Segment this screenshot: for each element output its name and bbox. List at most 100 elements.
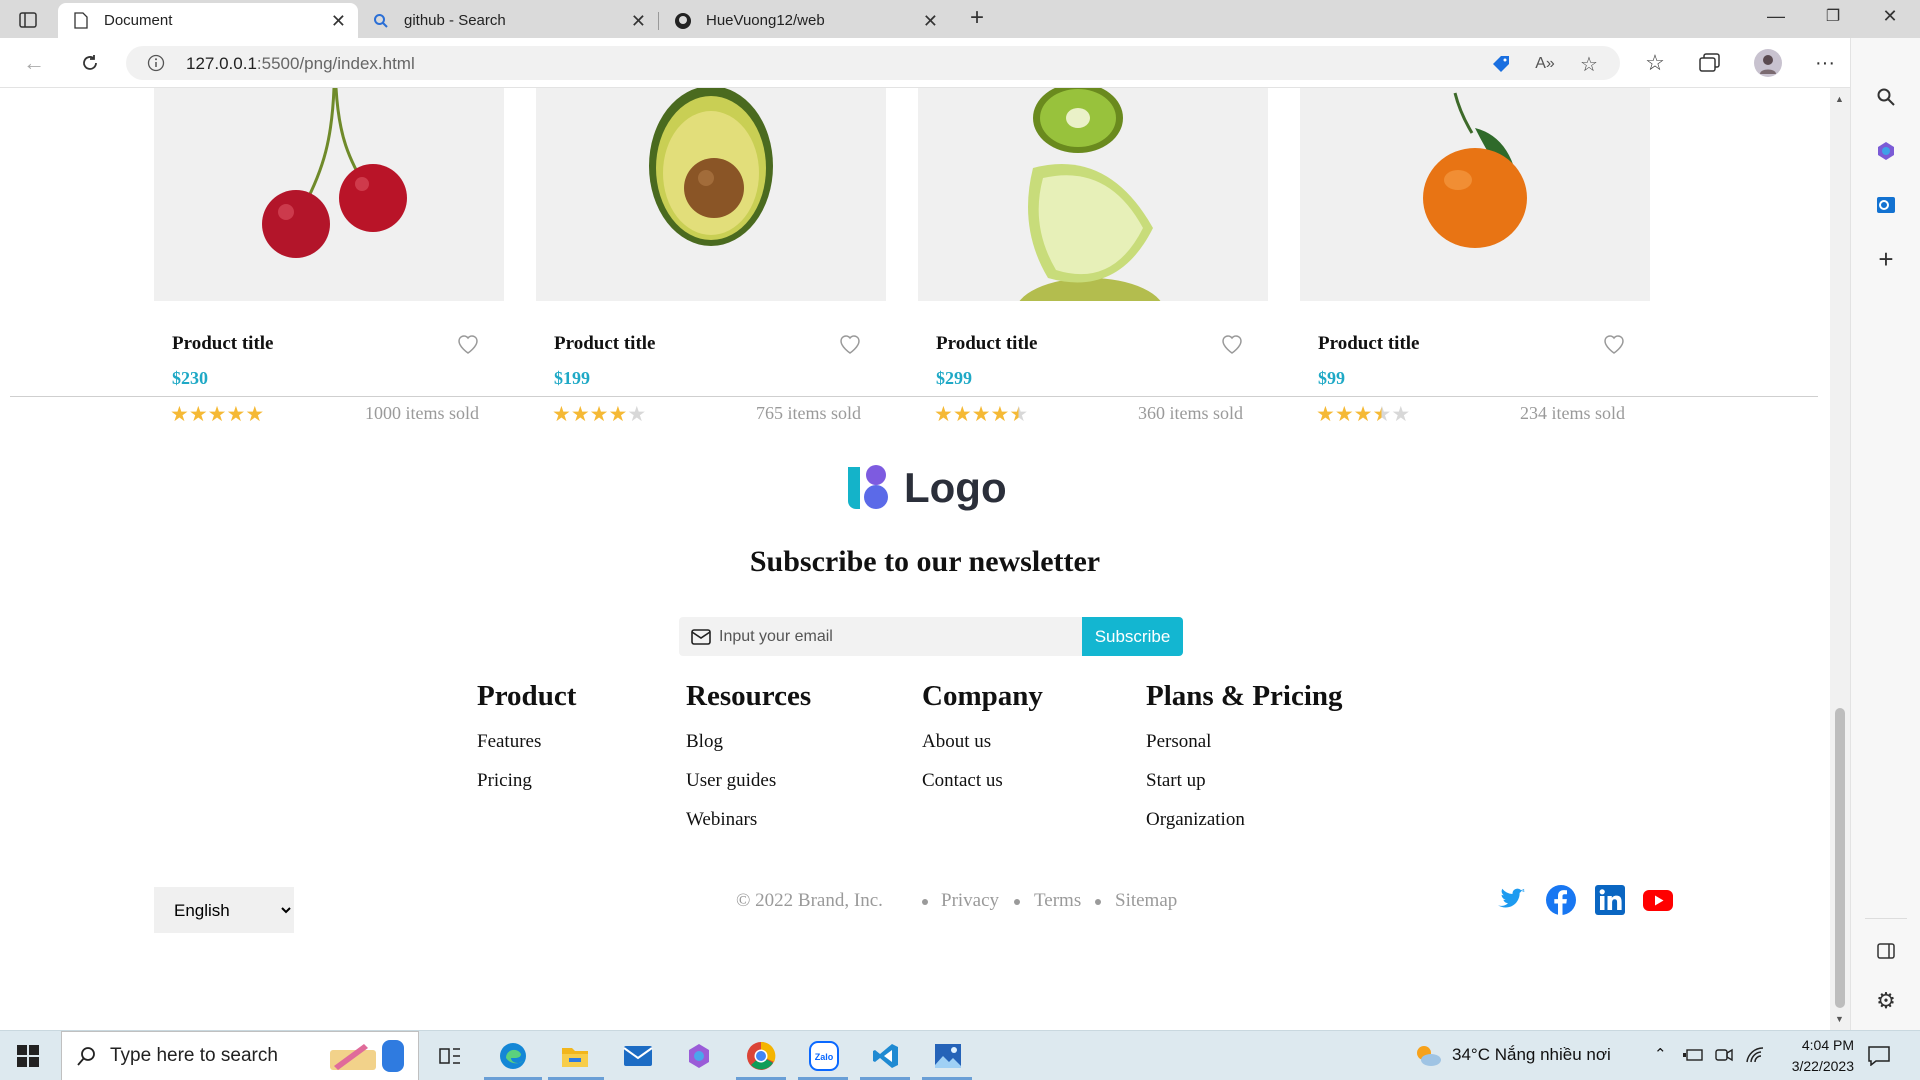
scrollbar-thumb[interactable] xyxy=(1835,708,1845,1008)
footer-link-features[interactable]: Features xyxy=(477,731,576,753)
scroll-down-icon[interactable]: ▼ xyxy=(1835,1014,1844,1024)
product-title[interactable]: Product title xyxy=(172,333,274,355)
page-scrollbar[interactable]: ▲ ▼ xyxy=(1830,88,1850,1030)
heart-icon[interactable] xyxy=(456,332,480,356)
zalo-icon[interactable]: Zalo xyxy=(806,1039,842,1073)
more-options-icon[interactable]: ··· xyxy=(1812,50,1838,76)
scroll-up-icon[interactable]: ▲ xyxy=(1835,94,1844,104)
chrome-icon[interactable] xyxy=(743,1039,779,1073)
windows-start-icon[interactable] xyxy=(16,1044,40,1068)
show-hidden-icons-icon[interactable]: ⌃ xyxy=(1654,1045,1667,1063)
taskbar-clock[interactable]: 4:04 PM 3/22/2023 xyxy=(1774,1035,1854,1077)
email-input[interactable] xyxy=(719,617,1069,656)
collections-icon[interactable] xyxy=(1697,50,1723,76)
new-tab-icon[interactable]: + xyxy=(962,4,992,32)
product-image-cherry[interactable] xyxy=(154,88,504,301)
footer-link-organization[interactable]: Organization xyxy=(1146,809,1343,831)
star-icon: ★ xyxy=(934,403,953,426)
battery-icon[interactable] xyxy=(1682,1045,1704,1065)
wifi-icon[interactable] xyxy=(1744,1045,1766,1065)
photos-icon[interactable] xyxy=(930,1039,966,1073)
favorites-icon[interactable]: ☆ xyxy=(1642,50,1668,76)
mail-app-icon[interactable] xyxy=(620,1039,656,1073)
edge-icon[interactable] xyxy=(495,1039,531,1073)
footer-link-start-up[interactable]: Start up xyxy=(1146,770,1343,792)
add-favorite-icon[interactable]: ☆ xyxy=(1578,53,1600,76)
email-field-wrapper xyxy=(679,617,1083,656)
weather-icon[interactable] xyxy=(1414,1043,1442,1069)
close-icon[interactable]: ✕ xyxy=(331,11,346,32)
settings-icon[interactable]: ⚙ xyxy=(1873,988,1899,1014)
youtube-icon[interactable] xyxy=(1642,884,1674,916)
star-icon: ★ xyxy=(1334,403,1354,426)
terms-link[interactable]: Terms xyxy=(1034,890,1081,912)
info-icon[interactable] xyxy=(147,54,165,72)
add-icon[interactable]: + xyxy=(1873,244,1899,274)
star-icon: ★ xyxy=(226,403,246,426)
heart-icon[interactable] xyxy=(1220,332,1244,356)
url-bar[interactable]: 127.0.0.1:5500/png/index.html A» ☆ xyxy=(126,46,1620,80)
task-view-icon[interactable] xyxy=(432,1039,468,1073)
hide-sidebar-icon[interactable] xyxy=(1873,938,1899,964)
meet-now-icon[interactable] xyxy=(1714,1045,1734,1065)
shopping-tag-icon[interactable] xyxy=(1490,53,1512,75)
product-card[interactable]: Product title $99 ★★★★★ 234 items sold xyxy=(1300,88,1650,426)
product-card[interactable]: Product title $230 ★★★★★ 1000 items sold xyxy=(154,88,504,426)
footer-link-webinars[interactable]: Webinars xyxy=(686,809,811,831)
taskbar-search-box[interactable]: Type here to search xyxy=(61,1031,419,1080)
separator-dot xyxy=(922,899,928,905)
outlook-icon[interactable] xyxy=(1873,192,1899,218)
footer-link-pricing[interactable]: Pricing xyxy=(477,770,576,792)
search-icon[interactable] xyxy=(1873,84,1899,110)
privacy-link[interactable]: Privacy xyxy=(941,890,999,912)
copilot-app-icon[interactable] xyxy=(681,1039,717,1073)
tab-github-search[interactable]: github - Search ✕ xyxy=(358,3,658,38)
product-title[interactable]: Product title xyxy=(554,333,656,355)
profile-avatar[interactable] xyxy=(1754,49,1782,77)
facebook-icon[interactable] xyxy=(1545,884,1577,916)
sitemap-link[interactable]: Sitemap xyxy=(1115,890,1177,912)
url-text: 127.0.0.1:5500/png/index.html xyxy=(186,54,415,74)
footer-link-personal[interactable]: Personal xyxy=(1146,731,1343,753)
product-image-tangerine[interactable] xyxy=(1300,88,1650,301)
tab-github-repo[interactable]: HueVuong12/web ✕ xyxy=(660,3,950,38)
tab-document[interactable]: Document ✕ xyxy=(58,3,358,38)
product-image-kiwi-lime[interactable] xyxy=(918,88,1268,301)
footer-link-about-us[interactable]: About us xyxy=(922,731,1043,753)
close-icon[interactable]: ✕ xyxy=(631,11,646,32)
heart-icon[interactable] xyxy=(838,332,862,356)
notifications-icon[interactable] xyxy=(1866,1043,1892,1069)
close-icon[interactable]: ✕ xyxy=(923,11,938,32)
heart-icon[interactable] xyxy=(1602,332,1626,356)
vscode-icon[interactable] xyxy=(868,1039,904,1073)
weather-text[interactable]: 34°C Nắng nhiều nơi xyxy=(1452,1045,1611,1065)
tab-title: Document xyxy=(104,12,173,29)
minimize-icon[interactable]: — xyxy=(1761,6,1791,27)
address-toolbar: ← 127.0.0.1:5500/png/index.html A» ☆ ☆ ·… xyxy=(0,38,1920,88)
tab-actions-icon[interactable] xyxy=(18,10,38,30)
restore-icon[interactable]: ❐ xyxy=(1818,6,1848,26)
file-explorer-icon[interactable] xyxy=(557,1039,593,1073)
refresh-icon[interactable] xyxy=(78,52,102,74)
product-card[interactable]: Product title $199 ★★★★★ 765 items sold xyxy=(536,88,886,426)
product-title[interactable]: Product title xyxy=(1318,333,1420,355)
language-select[interactable]: English xyxy=(154,887,294,933)
footer-link-blog[interactable]: Blog xyxy=(686,731,811,753)
star-rating: ★★★★★ xyxy=(934,402,1028,427)
footer-link-user-guides[interactable]: User guides xyxy=(686,770,811,792)
star-icon: ★ xyxy=(971,403,991,426)
star-icon: ★ xyxy=(990,403,1010,426)
twitter-icon[interactable] xyxy=(1495,884,1527,916)
copilot-icon[interactable] xyxy=(1873,138,1899,164)
product-title[interactable]: Product title xyxy=(936,333,1038,355)
star-icon: ★ xyxy=(1316,403,1335,426)
footer-link-contact-us[interactable]: Contact us xyxy=(922,770,1043,792)
footer-logo[interactable]: Logo xyxy=(846,463,1007,513)
subscribe-button[interactable]: Subscribe xyxy=(1082,617,1183,656)
back-icon[interactable]: ← xyxy=(22,50,46,75)
close-window-icon[interactable]: ✕ xyxy=(1875,6,1905,27)
linkedin-icon[interactable] xyxy=(1594,884,1626,916)
product-card[interactable]: Product title $299 ★★★★★ 360 items sold xyxy=(918,88,1268,426)
read-aloud-icon[interactable]: A» xyxy=(1534,53,1556,75)
product-image-avocado[interactable] xyxy=(536,88,886,301)
